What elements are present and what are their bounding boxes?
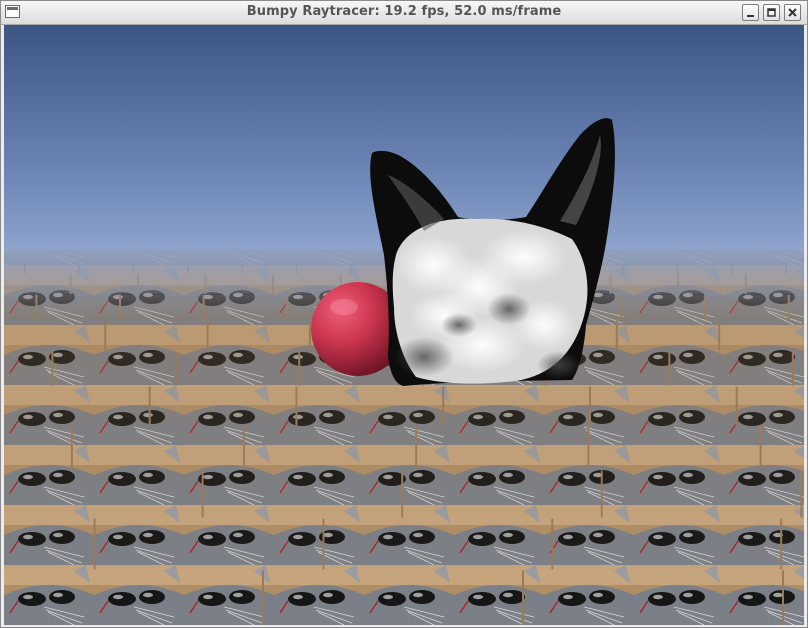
close-button[interactable] [784,4,801,21]
window-title: Bumpy Raytracer: 19.2 fps, 52.0 ms/frame [246,4,562,19]
maximize-button[interactable] [763,4,780,21]
title-bar[interactable]: Bumpy Raytracer: 19.2 fps, 52.0 ms/frame [1,1,807,25]
close-icon [788,8,797,17]
app-window: Bumpy Raytracer: 19.2 fps, 52.0 ms/frame [0,0,808,628]
minimize-button[interactable] [742,4,759,21]
raytraced-scene [4,25,804,625]
render-viewport[interactable] [4,25,804,625]
maximize-icon [767,8,776,17]
minimize-icon [747,15,754,17]
